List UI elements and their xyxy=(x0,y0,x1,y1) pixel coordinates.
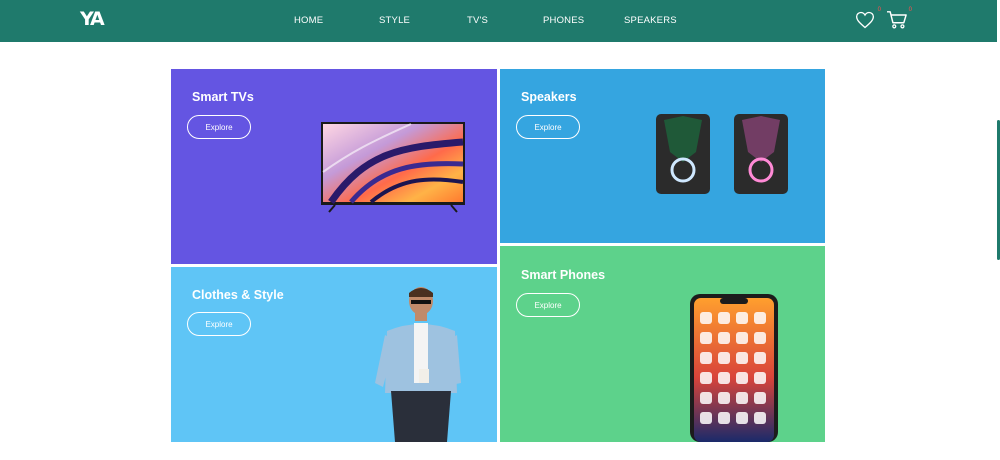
nav-tvs-link[interactable]: TV'S xyxy=(467,15,488,26)
clothes-style-card[interactable]: Clothes & Style Explore xyxy=(171,267,497,442)
cart-count-badge: 0 xyxy=(908,7,912,13)
clothes-style-explore-button[interactable]: Explore xyxy=(187,312,251,336)
speakers-card[interactable]: Speakers Explore xyxy=(500,69,825,243)
speakers-explore-button[interactable]: Explore xyxy=(516,115,580,139)
smart-phones-explore-button[interactable]: Explore xyxy=(516,293,580,317)
nav-home-link[interactable]: HOME xyxy=(294,15,323,26)
smart-tvs-title: Smart TVs xyxy=(192,90,254,104)
smart-tvs-explore-button[interactable]: Explore xyxy=(187,115,251,139)
heart-icon xyxy=(855,11,875,29)
nav-phones-link[interactable]: PHONES xyxy=(543,15,584,26)
nav-speakers-link[interactable]: SPEAKERS xyxy=(624,15,677,26)
smart-phones-card[interactable]: Smart Phones Explore xyxy=(500,246,825,442)
brand-logo[interactable]: YA xyxy=(80,8,105,30)
clothes-style-title: Clothes & Style xyxy=(192,288,284,302)
wishlist-count-badge: 0 xyxy=(877,7,881,13)
cart-icon xyxy=(887,11,907,29)
tv-image xyxy=(321,122,465,213)
nav-style-link[interactable]: STYLE xyxy=(379,15,410,26)
smart-tvs-card[interactable]: Smart TVs Explore xyxy=(171,69,497,264)
smart-phones-title: Smart Phones xyxy=(521,268,606,282)
wishlist-button[interactable]: 0 xyxy=(855,7,881,32)
cart-button[interactable]: 0 xyxy=(886,7,912,32)
speakers-title: Speakers xyxy=(521,90,577,104)
speakers-image xyxy=(656,114,788,194)
top-navbar: YA HOME STYLE TV'S PHONES SPEAKERS 0 0 xyxy=(0,0,997,42)
smartphone-image xyxy=(690,294,778,442)
model-image xyxy=(375,287,461,442)
